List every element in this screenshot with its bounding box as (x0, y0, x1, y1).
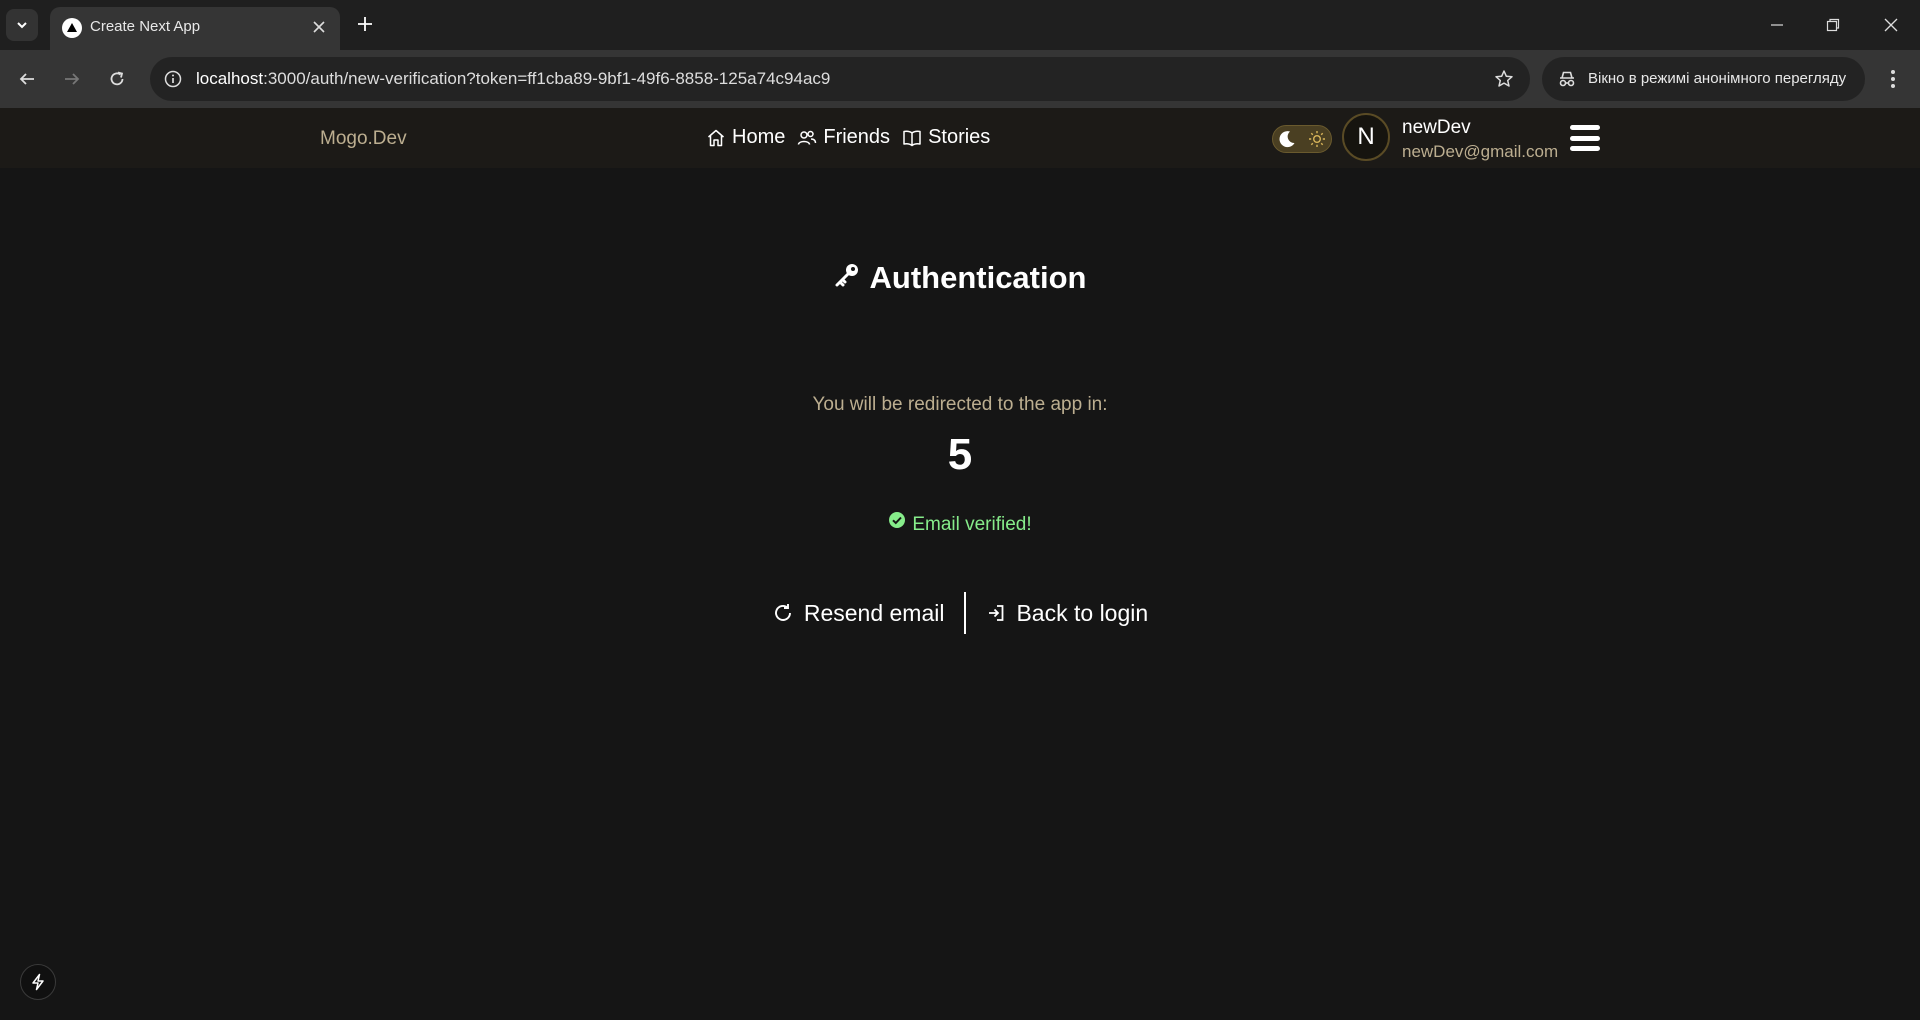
moon-icon (1276, 128, 1298, 150)
users-icon (798, 130, 817, 145)
countdown-number: 5 (947, 430, 973, 479)
nav-link-label: Home (732, 126, 786, 148)
minimize-button[interactable] (1762, 10, 1792, 40)
brand-logo[interactable]: Mogo.Dev (320, 128, 407, 150)
hamburger-menu-button[interactable] (1570, 123, 1600, 153)
nav-link-stories[interactable]: Stories (902, 126, 990, 149)
check-circle-icon (888, 511, 906, 535)
address-bar[interactable]: localhost:3000/auth/new-verification?tok… (150, 57, 1530, 101)
user-name: newDev (1402, 117, 1471, 138)
close-icon (1884, 18, 1898, 32)
main-nav: Home Friends Stories (706, 126, 990, 149)
minimize-icon (1771, 24, 1783, 26)
nav-link-friends[interactable]: Friends (797, 126, 890, 149)
back-button[interactable] (12, 64, 42, 94)
arrow-left-icon (19, 73, 34, 85)
more-vertical-icon (1891, 70, 1895, 88)
incognito-icon (1556, 68, 1578, 90)
incognito-label: Вікно в режимі анонімного перегляду (1588, 70, 1847, 87)
refresh-icon (774, 604, 791, 621)
tab-search-button[interactable] (6, 9, 38, 41)
reload-button[interactable] (102, 64, 132, 94)
app-header: Mogo.Dev Home Friends Stories N newDev n… (0, 108, 1920, 168)
url-text[interactable]: localhost:3000/auth/new-verification?tok… (196, 69, 830, 89)
tab-title: Create Next App (90, 18, 201, 35)
site-info-icon[interactable] (160, 66, 186, 92)
tab-close-button[interactable] (308, 16, 330, 38)
avatar[interactable]: N (1342, 113, 1390, 161)
success-text: Email verified! (912, 514, 1032, 536)
page-title-text: Authentication (869, 260, 1087, 295)
hamburger-line (1570, 125, 1600, 130)
new-tab-button[interactable] (352, 11, 378, 37)
hamburger-line (1570, 135, 1600, 141)
close-window-button[interactable] (1876, 10, 1906, 40)
login-icon (989, 605, 1004, 621)
forward-button[interactable] (57, 64, 87, 94)
nav-link-label: Stories (928, 126, 991, 148)
book-icon (903, 130, 921, 146)
browser-tab[interactable]: Create Next App (50, 7, 340, 50)
back-to-login-button[interactable]: Back to login (966, 600, 1168, 627)
arrow-right-icon (65, 73, 80, 85)
nextjs-dev-indicator[interactable] (20, 964, 56, 1000)
restore-icon (1826, 18, 1840, 32)
nextjs-favicon-icon (62, 18, 82, 38)
browser-menu-button[interactable] (1878, 64, 1908, 94)
nav-link-label: Friends (823, 126, 891, 148)
home-icon (708, 129, 724, 146)
chevron-down-icon (17, 22, 27, 29)
user-email: newDev@gmail.com (1402, 142, 1559, 161)
close-icon (313, 21, 325, 33)
theme-toggle[interactable] (1272, 125, 1332, 153)
resend-email-button[interactable]: Resend email (752, 600, 965, 627)
browser-toolbar: localhost:3000/auth/new-verification?tok… (0, 50, 1920, 108)
bookmark-star-icon[interactable] (1492, 67, 1516, 91)
redirect-text: You will be redirected to the app in: (812, 394, 1108, 415)
hamburger-line (1570, 146, 1600, 151)
success-message: Email verified! (0, 511, 1920, 537)
browser-tab-bar: Create Next App (0, 0, 1920, 50)
auth-actions: Resend email Back to login (0, 592, 1920, 634)
key-icon (834, 260, 860, 296)
back-to-login-label: Back to login (1016, 599, 1149, 626)
reload-icon (110, 71, 124, 86)
resend-email-label: Resend email (803, 599, 945, 626)
lightning-icon (32, 973, 44, 991)
plus-icon (358, 17, 372, 31)
incognito-indicator[interactable]: Вікно в режимі анонімного перегляду (1542, 57, 1865, 101)
sun-icon (1307, 129, 1327, 149)
restore-button[interactable] (1818, 10, 1848, 40)
page-title: Authentication (0, 260, 1920, 298)
nav-link-home[interactable]: Home (706, 126, 785, 149)
